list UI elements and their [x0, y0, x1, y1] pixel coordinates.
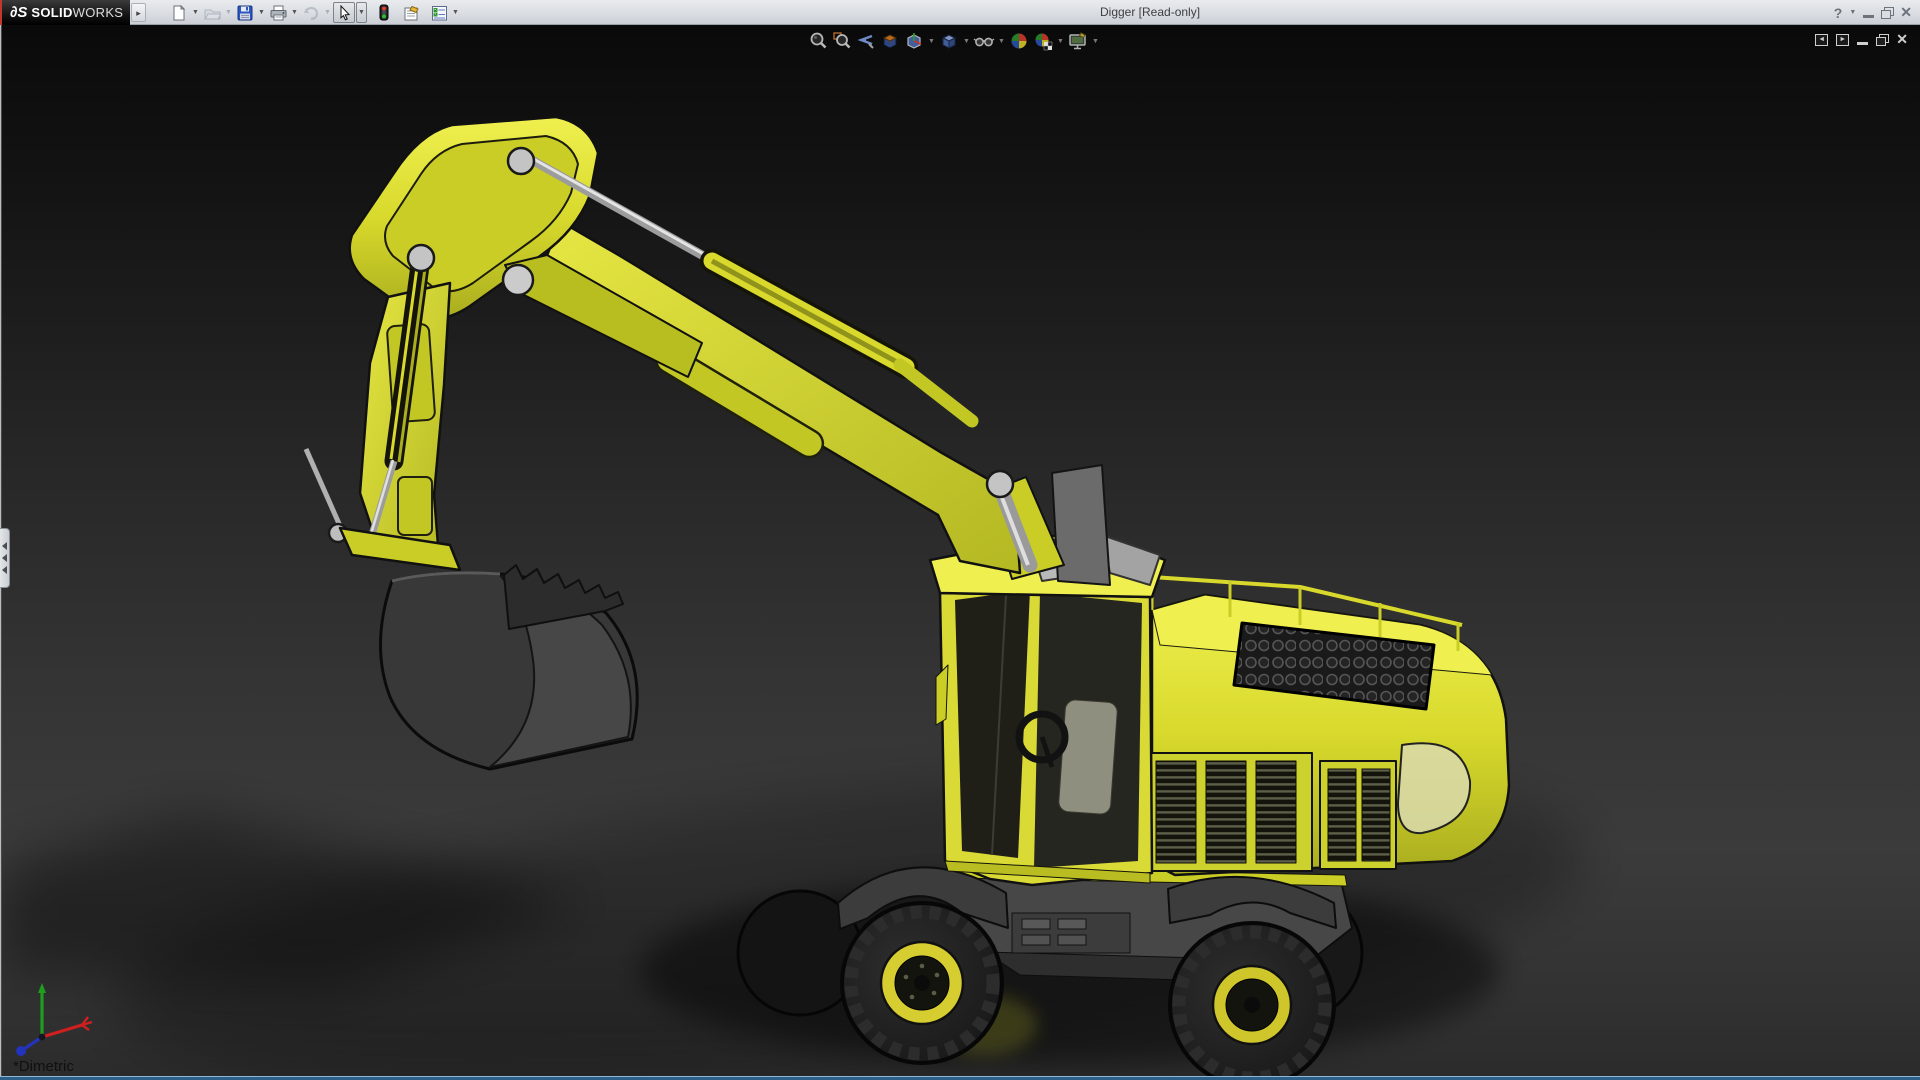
display-style-icon: [939, 31, 959, 51]
zoom-to-area-button[interactable]: [830, 30, 854, 52]
display-style-dropdown[interactable]: ▼: [961, 30, 972, 52]
orientation-triad: [0, 981, 120, 1065]
traffic-light-icon: [378, 4, 390, 21]
hide-show-items-button[interactable]: [972, 30, 996, 52]
new-document-button[interactable]: [168, 2, 190, 23]
print-dropdown[interactable]: ▼: [289, 2, 300, 23]
solidworks-window: ∂S SOLID WORKS ▸ ▼ ▼: [0, 0, 1920, 1080]
view-settings-icon: [1068, 31, 1088, 51]
close-button[interactable]: ✕: [1900, 4, 1912, 21]
x-axis-arrow: [82, 1017, 92, 1030]
eyeglasses-icon: [973, 31, 995, 51]
view-orientation-button[interactable]: [902, 30, 926, 52]
file-properties-button[interactable]: [401, 2, 423, 23]
collapse-arrow-icon: [2, 554, 7, 562]
engine-housing[interactable]: [1098, 577, 1509, 875]
zoom-to-area-icon: [832, 31, 852, 51]
headsup-view-toolbar: ▼ ▼ ▼: [806, 29, 1101, 53]
document-minimize-button[interactable]: [1857, 42, 1868, 45]
bucket[interactable]: [380, 565, 637, 769]
appearance-ball-icon: [1009, 31, 1029, 51]
rear-wheel[interactable]: [1170, 923, 1334, 1080]
view-orientation-label: *Dimetric: [13, 1058, 74, 1075]
titlebar: ∂S SOLID WORKS ▸ ▼ ▼: [0, 0, 1920, 25]
rebuild-button[interactable]: [373, 2, 395, 23]
boom[interactable]: [350, 117, 1020, 573]
save-icon: [237, 5, 253, 21]
select-dropdown[interactable]: ▼: [356, 2, 367, 23]
undo-icon: [302, 5, 320, 21]
open-icon: [204, 5, 221, 21]
minimize-button[interactable]: [1863, 15, 1874, 18]
open-button[interactable]: [201, 2, 223, 23]
collapse-arrow-icon: [2, 542, 7, 550]
menu-expand-button[interactable]: ▸: [131, 3, 146, 22]
help-button[interactable]: ?: [1834, 5, 1843, 21]
options-dropdown[interactable]: ▼: [450, 2, 461, 23]
select-cursor-icon: [337, 5, 352, 21]
undo-button[interactable]: [300, 2, 322, 23]
save-button[interactable]: [234, 2, 256, 23]
brand-text-bold: SOLID: [31, 5, 72, 20]
document-close-button[interactable]: ✕: [1896, 31, 1908, 48]
3d-model-canvas[interactable]: [0, 25, 1920, 1080]
apply-scene-icon: [1033, 31, 1053, 51]
display-style-button[interactable]: [937, 30, 961, 52]
y-axis-arrow: [38, 983, 46, 993]
solidworks-logo: ∂S SOLID WORKS: [2, 0, 130, 25]
previous-view-icon: [856, 31, 876, 51]
view-orientation-icon: [904, 31, 924, 51]
section-view-button[interactable]: [878, 30, 902, 52]
section-view-icon: [880, 31, 900, 51]
apply-scene-button[interactable]: [1031, 30, 1055, 52]
select-button[interactable]: [333, 2, 355, 23]
options-button[interactable]: [428, 2, 450, 23]
status-bar-edge: [0, 1076, 1920, 1080]
new-document-dropdown[interactable]: ▼: [190, 2, 201, 23]
collapse-arrow-icon: [2, 566, 7, 574]
options-icon: [431, 5, 448, 21]
view-settings-button[interactable]: [1066, 30, 1090, 52]
previous-view-button[interactable]: [854, 30, 878, 52]
feature-manager-splitter[interactable]: [0, 528, 10, 588]
help-dropdown[interactable]: ▼: [1849, 9, 1856, 16]
view-settings-dropdown[interactable]: ▼: [1090, 30, 1101, 52]
main-toolbar: ▼ ▼ ▼: [168, 2, 461, 23]
print-button[interactable]: [267, 2, 289, 23]
hide-show-items-dropdown[interactable]: ▼: [996, 30, 1007, 52]
document-title: Digger [Read-only]: [1100, 0, 1200, 25]
tile-right-button[interactable]: ►: [1836, 34, 1849, 46]
graphics-viewport[interactable]: ▼ ▼ ▼: [0, 25, 1920, 1080]
open-dropdown[interactable]: ▼: [223, 2, 234, 23]
print-icon: [270, 5, 287, 21]
edit-appearance-button[interactable]: [1007, 30, 1031, 52]
undo-dropdown[interactable]: ▼: [322, 2, 333, 23]
z-axis-tip: [16, 1046, 26, 1056]
new-document-icon: [171, 5, 187, 21]
cab[interactable]: [930, 530, 1165, 885]
restore-button[interactable]: [1881, 7, 1893, 18]
window-controls: ? ▼ ✕: [1834, 0, 1912, 25]
front-wheel[interactable]: [842, 903, 1002, 1063]
brand-text-light: WORKS: [73, 5, 124, 20]
zoom-to-fit-button[interactable]: [806, 30, 830, 52]
document-restore-button[interactable]: [1876, 34, 1888, 45]
apply-scene-dropdown[interactable]: ▼: [1055, 30, 1066, 52]
document-window-controls: ◄ ► ✕: [1815, 31, 1908, 48]
save-dropdown[interactable]: ▼: [256, 2, 267, 23]
tile-left-button[interactable]: ◄: [1815, 34, 1828, 46]
view-orientation-dropdown[interactable]: ▼: [926, 30, 937, 52]
file-properties-icon: [403, 5, 421, 21]
zoom-to-fit-icon: [808, 31, 828, 51]
solidworks-logo-icon: ∂S: [10, 4, 27, 21]
